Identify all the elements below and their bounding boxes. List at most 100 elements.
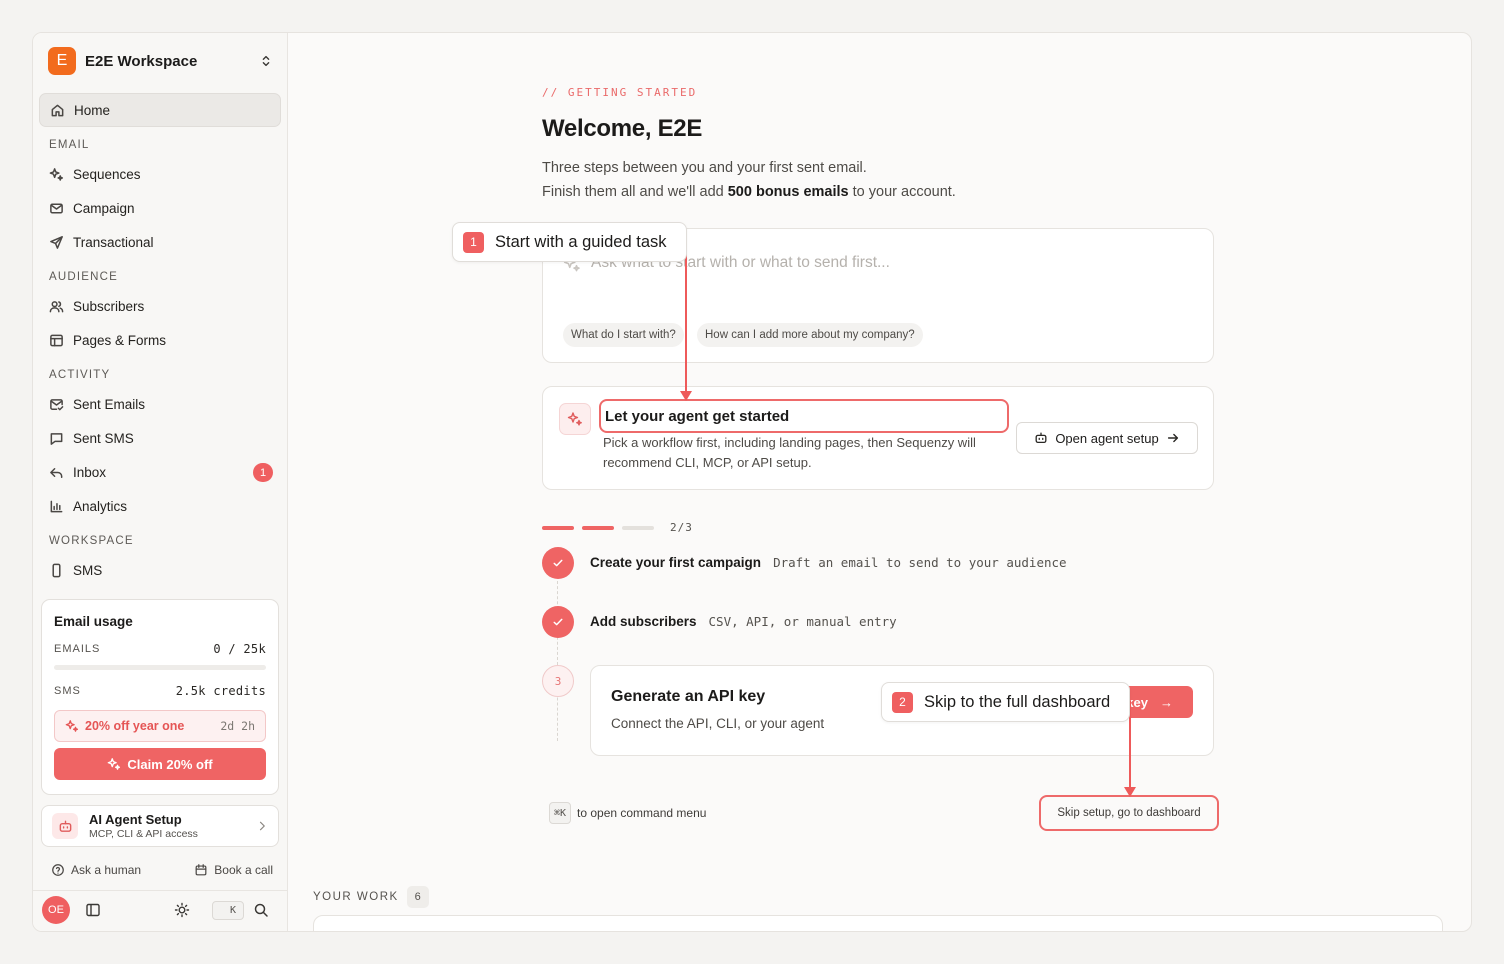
sidebar-item-sent-emails[interactable]: Sent Emails <box>39 387 281 421</box>
tooltip-text: Start with a guided task <box>495 232 667 251</box>
section-heading-activity: ACTIVITY <box>49 369 111 381</box>
progress-segment <box>542 525 574 530</box>
sidebar-item-label: Pages & Forms <box>73 332 167 348</box>
promo-banner[interactable]: 20% off year one 2d 2h <box>54 710 266 742</box>
check-icon <box>553 559 563 567</box>
command-menu-hint: ⌘K to open command menu <box>549 802 706 824</box>
home-icon <box>51 104 64 116</box>
bar-chart-icon <box>50 500 63 512</box>
reply-icon <box>50 467 63 478</box>
avatar[interactable]: OE <box>42 896 70 924</box>
mail-icon <box>50 203 63 213</box>
sidebar-item-subscribers[interactable]: Subscribers <box>39 289 281 323</box>
sidebar-footer: OE K <box>33 890 288 931</box>
agent-subtitle: MCP, CLI & API access <box>89 828 198 840</box>
progress-segment <box>622 525 654 530</box>
sidebar-item-label: Transactional <box>73 234 154 250</box>
chevron-up-down-icon <box>262 55 270 67</box>
claim-discount-button[interactable]: Claim 20% off <box>54 748 266 780</box>
sidebar-item-transactional[interactable]: Transactional <box>39 225 281 259</box>
workspace-logo: E <box>48 47 76 75</box>
open-agent-setup-button[interactable]: Open agent setup <box>1016 422 1198 454</box>
api-step-title: Generate an API key <box>611 688 766 705</box>
sidebar-item-label: Inbox <box>73 464 107 480</box>
sparkles-icon <box>65 720 79 732</box>
promo-timer: 2d 2h <box>220 719 255 733</box>
emails-usage-row: EMAILS 0 / 25k <box>54 642 266 656</box>
your-work-label: YOUR WORK <box>313 891 399 903</box>
progress-indicator: 2/3 <box>542 521 693 534</box>
step-create-campaign[interactable]: Create your first campaign Draft an emai… <box>590 555 1067 570</box>
skip-setup-button[interactable]: Skip setup, go to dashboard <box>1039 795 1219 831</box>
command-shortcut-kbd[interactable]: K <box>212 901 244 920</box>
send-icon <box>50 235 63 249</box>
agent-setup-card: Let your agent get started Pick a workfl… <box>542 386 1214 490</box>
sidebar-item-sms[interactable]: SMS <box>39 553 281 587</box>
sidebar-item-label: Campaign <box>73 200 135 216</box>
claim-label: Claim 20% off <box>127 756 213 772</box>
bot-icon <box>59 820 71 832</box>
step-title: Add subscribers <box>590 614 697 629</box>
agent-card-title: Let your agent get started <box>599 399 1009 433</box>
check-icon <box>553 618 563 626</box>
chevron-right-icon <box>259 821 265 831</box>
arrow-right-icon: → <box>1160 694 1173 710</box>
sidebar-nav: Home EMAIL Sequences Campaign Transactio… <box>39 93 281 587</box>
sidebar-item-home[interactable]: Home <box>39 93 281 127</box>
sparkles-icon <box>49 167 64 181</box>
arrow-right-icon <box>1167 433 1178 443</box>
progress-label: 2/3 <box>670 521 693 534</box>
ai-agent-setup-link[interactable]: AI Agent Setup MCP, CLI & API access <box>41 805 279 847</box>
sidebar-item-analytics[interactable]: Analytics <box>39 489 281 523</box>
tooltip-number: 1 <box>463 231 484 253</box>
tooltip-text: Skip to the full dashboard <box>924 692 1111 711</box>
sidebar-item-sequences[interactable]: Sequences <box>39 157 281 191</box>
smartphone-icon <box>52 563 61 577</box>
ask-human-link[interactable]: Ask a human <box>51 863 141 877</box>
tour-arrow-1-head <box>680 391 692 401</box>
sidebar-item-pages-forms[interactable]: Pages & Forms <box>39 323 281 357</box>
sparkles-icon <box>108 758 121 770</box>
section-heading-audience: AUDIENCE <box>49 271 119 283</box>
sun-icon[interactable] <box>174 902 190 918</box>
open-agent-setup-label: Open agent setup <box>1055 430 1159 446</box>
tour-arrow-1 <box>685 239 687 391</box>
sidebar-item-sent-sms[interactable]: Sent SMS <box>39 421 281 455</box>
mail-check-icon <box>50 398 64 410</box>
tooltip-number: 2 <box>892 691 913 713</box>
main-content: // GETTING STARTED Welcome, E2E Three st… <box>289 33 1471 931</box>
step-complete-check <box>542 547 574 579</box>
agent-text: AI Agent Setup MCP, CLI & API access <box>89 812 198 840</box>
sidebar-item-inbox[interactable]: Inbox 1 <box>39 455 281 489</box>
kbd-label: K <box>229 905 237 916</box>
sms-value: 2.5k credits <box>175 684 266 698</box>
step-connector <box>557 581 558 741</box>
subtitle-line-1: Three steps between you and your first s… <box>542 160 867 176</box>
calendar-icon <box>195 864 207 876</box>
sidebar: E E2E Workspace Home EMAIL Sequences Cam… <box>33 33 288 931</box>
help-circle-icon <box>52 864 64 876</box>
page-subtitle: Three steps between you and your first s… <box>542 156 956 204</box>
suggestion-chip[interactable]: What do I start with? <box>563 323 684 347</box>
your-work-heading: YOUR WORK 6 <box>313 886 429 908</box>
users-icon <box>49 300 64 312</box>
your-work-list <box>313 915 1443 931</box>
book-call-link[interactable]: Book a call <box>194 863 273 877</box>
subtitle-line-2: Finish them all and we'll add 500 bonus … <box>542 180 956 204</box>
tour-tooltip-skip-dashboard: 2 Skip to the full dashboard <box>881 682 1130 722</box>
sidebar-toggle-icon[interactable] <box>85 902 101 918</box>
sms-label: SMS <box>54 685 81 697</box>
api-step-description: Connect the API, CLI, or your agent <box>611 716 825 731</box>
step-title: Create your first campaign <box>590 555 762 570</box>
sidebar-item-campaign[interactable]: Campaign <box>39 191 281 225</box>
search-icon[interactable] <box>253 902 269 918</box>
sidebar-item-label: Sent SMS <box>73 430 134 446</box>
message-square-icon <box>50 432 63 445</box>
command-kbd: ⌘K <box>549 802 571 824</box>
step-add-subscribers[interactable]: Add subscribers CSV, API, or manual entr… <box>590 614 897 629</box>
sidebar-item-label: Subscribers <box>73 298 145 314</box>
emails-label: EMAILS <box>54 643 101 655</box>
suggestion-chip[interactable]: How can I add more about my company? <box>697 323 923 347</box>
tour-tooltip-guided-task: 1 Start with a guided task <box>452 222 687 262</box>
workspace-switcher[interactable]: E E2E Workspace <box>48 46 273 76</box>
